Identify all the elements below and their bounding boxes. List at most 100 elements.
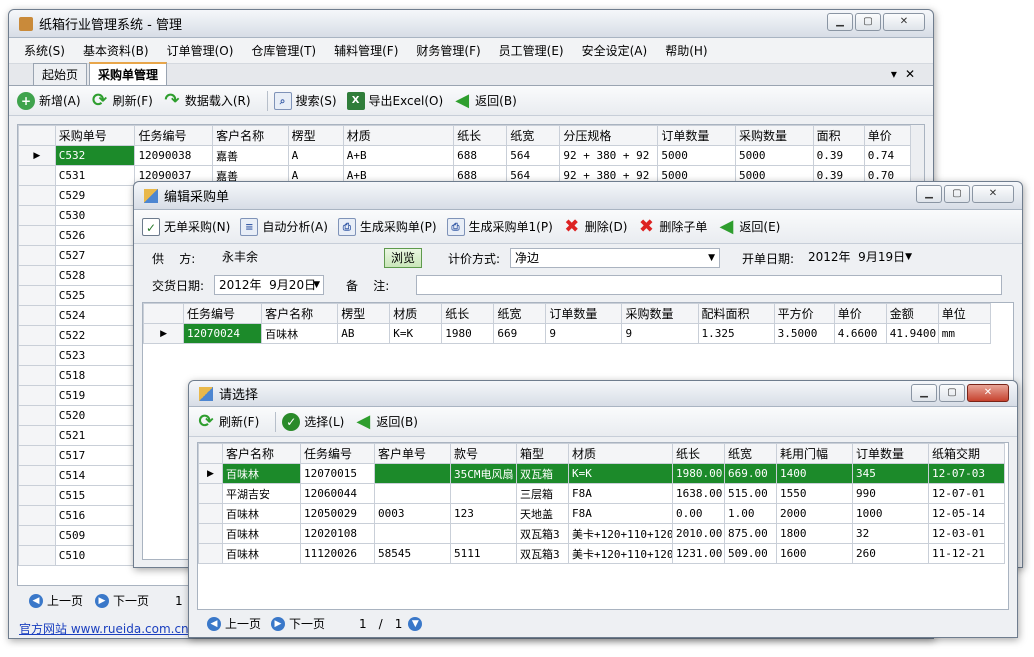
table-cell[interactable]: 3.5000 (773, 323, 835, 344)
table-cell[interactable]: 12090038 (134, 145, 214, 166)
table-cell[interactable]: 0003 (374, 503, 451, 524)
next-page-icon[interactable]: ▶ (271, 616, 286, 631)
tab-start[interactable]: 起始页 (33, 63, 88, 85)
table-cell[interactable]: 1000 (852, 503, 929, 524)
table-cell[interactable]: 875.00 (724, 523, 777, 544)
column-header[interactable]: 订单数量 (852, 443, 929, 464)
table-row[interactable]: ▶ 百味林 12070015 35CM电风扇 双瓦箱 K=K 1980.00 669.00 14… (198, 463, 1005, 484)
table-cell[interactable]: C526 (54, 225, 136, 246)
generate-order-button[interactable]: ⎙ 生成采购单(P) (337, 217, 437, 236)
edit-back-button[interactable]: ◀ 返回(E) (717, 217, 780, 236)
table-cell[interactable]: 百味林 (261, 323, 339, 344)
menu-item[interactable]: 基本资料(B) (74, 42, 158, 59)
table-cell[interactable] (450, 483, 517, 504)
column-header[interactable]: 材质 (389, 303, 443, 324)
table-cell[interactable]: 345 (852, 463, 929, 484)
table-cell[interactable]: C522 (54, 325, 136, 346)
column-header[interactable]: 金额 (885, 303, 939, 324)
menu-item[interactable]: 仓库管理(T) (242, 42, 325, 59)
table-cell[interactable]: C520 (54, 405, 136, 426)
table-cell[interactable]: 4.6600 (833, 323, 887, 344)
table-cell[interactable]: C510 (54, 545, 136, 566)
table-cell[interactable]: 双瓦箱3 (516, 543, 569, 564)
tab-purchase-orders[interactable]: 采购单管理 (89, 62, 168, 85)
row-header[interactable] (18, 225, 56, 246)
table-cell[interactable]: C516 (54, 505, 136, 526)
table-cell[interactable]: F8A (568, 483, 673, 504)
auto-analysis-button[interactable]: ≡ 自动分析(A) (240, 217, 328, 236)
table-cell[interactable]: 9 (545, 323, 623, 344)
table-cell[interactable]: 1638.00 (672, 483, 725, 504)
table-cell[interactable]: 564 (506, 145, 561, 166)
close-button[interactable]: ✕ (883, 13, 925, 31)
table-cell[interactable]: 美卡+120+110+120 (568, 523, 673, 544)
table-cell[interactable]: 1980.00 (672, 463, 725, 484)
table-cell[interactable]: 12-07-01 (928, 483, 1005, 504)
table-cell[interactable]: 1231.00 (672, 543, 725, 564)
row-header[interactable] (18, 185, 56, 206)
generate-order1-button[interactable]: ⎙ 生成采购单1(P) (446, 217, 553, 236)
table-cell[interactable]: C523 (54, 345, 136, 366)
table-cell[interactable]: 32 (852, 523, 929, 544)
column-header[interactable]: 客户名称 (212, 125, 289, 146)
table-cell[interactable]: 12-07-03 (928, 463, 1005, 484)
minimize-button[interactable]: ▁ (916, 185, 942, 203)
table-cell[interactable]: 669.00 (724, 463, 777, 484)
table-cell[interactable]: 5000 (657, 145, 736, 166)
row-header[interactable] (18, 245, 56, 266)
table-cell[interactable]: 百味林 (222, 543, 301, 564)
row-header[interactable] (18, 405, 56, 426)
row-header[interactable] (18, 365, 56, 386)
table-cell[interactable]: 双瓦箱3 (516, 523, 569, 544)
prev-page-link[interactable]: 上一页 (47, 592, 83, 609)
delete-sub-button[interactable]: ✖ 删除子单 (637, 217, 708, 236)
row-header[interactable]: ▶ (198, 463, 223, 484)
table-cell[interactable]: 12020108 (300, 523, 375, 544)
column-header[interactable]: 耗用门幅 (776, 443, 853, 464)
table-row[interactable]: 百味林 11120026 58545 5111 双瓦箱3 美卡+120+110+120 12… (198, 543, 1005, 564)
open-date-picker[interactable]: 2012年 9月19日 ▼ (804, 248, 914, 268)
menu-item[interactable]: 系统(S) (15, 42, 74, 59)
table-cell[interactable]: 11-12-21 (928, 543, 1005, 564)
note-field[interactable] (416, 275, 1002, 295)
table-cell[interactable]: C532 (54, 145, 136, 166)
table-cell[interactable] (374, 483, 451, 504)
column-header[interactable]: 纸长 (441, 303, 495, 324)
table-cell[interactable]: 12060044 (300, 483, 375, 504)
row-header[interactable] (18, 325, 56, 346)
table-cell[interactable]: 58545 (374, 543, 451, 564)
table-cell[interactable]: 11120026 (300, 543, 375, 564)
column-header[interactable]: 客户名称 (222, 443, 301, 464)
close-button[interactable]: ✕ (967, 384, 1009, 402)
table-cell[interactable]: 2010.00 (672, 523, 725, 544)
table-row[interactable]: 百味林 12050029 0003 123 天地盖 F8A 0.00 1.00 2000 1000… (198, 503, 1005, 524)
table-cell[interactable]: 百味林 (222, 463, 301, 484)
row-header[interactable] (18, 525, 56, 546)
table-cell[interactable]: 0.39 (812, 145, 865, 166)
table-row[interactable]: ▶ C532 12090038 嘉善 A A+B 688 564 92 + 380 + 92 50… (18, 145, 924, 166)
menu-item[interactable]: 员工管理(E) (490, 42, 573, 59)
table-cell[interactable]: 1600 (776, 543, 853, 564)
prev-page-icon[interactable]: ◀ (29, 593, 43, 608)
column-header[interactable]: 纸宽 (506, 125, 561, 146)
menu-item[interactable]: 财务管理(F) (407, 42, 489, 59)
table-cell[interactable]: 260 (852, 543, 929, 564)
table-cell[interactable] (374, 523, 451, 544)
table-cell[interactable]: 三层箱 (516, 483, 569, 504)
row-header[interactable] (18, 545, 56, 566)
table-cell[interactable]: AB (337, 323, 391, 344)
table-cell[interactable]: 美卡+120+110+120 (568, 543, 673, 564)
column-header[interactable]: 单价 (833, 303, 887, 324)
table-cell[interactable]: 1550 (776, 483, 853, 504)
table-cell[interactable]: 1980 (441, 323, 495, 344)
next-page-icon[interactable]: ▶ (95, 593, 110, 608)
column-header[interactable]: 平方价 (773, 303, 835, 324)
table-cell[interactable]: 平湖吉安 (222, 483, 301, 504)
table-cell[interactable]: 1.325 (697, 323, 775, 344)
table-cell[interactable]: A (287, 145, 344, 166)
delivery-date-picker[interactable]: 2012年 9月20日 ▼ (214, 275, 324, 295)
next-page-link[interactable]: 下一页 (289, 615, 325, 632)
search-button[interactable]: ⌕ 搜索(S) (273, 91, 337, 110)
prev-page-icon[interactable]: ◀ (207, 616, 221, 631)
menu-item[interactable]: 订单管理(O) (158, 42, 243, 59)
